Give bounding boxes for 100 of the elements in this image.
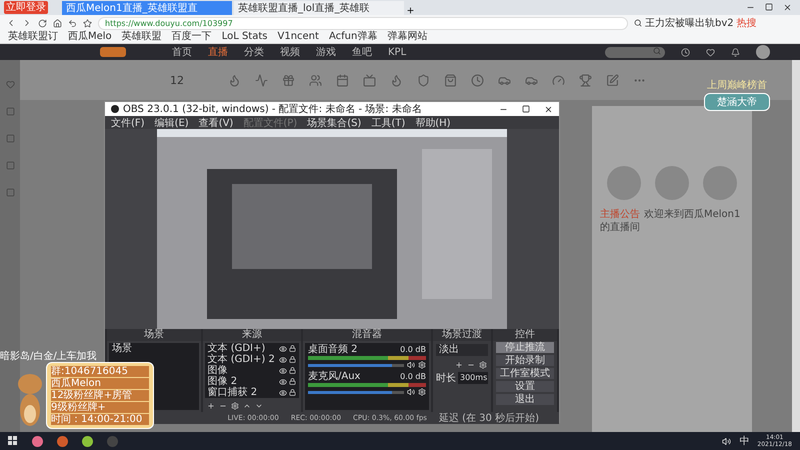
eye-icon[interactable]: [279, 388, 287, 396]
add-icon[interactable]: [455, 361, 463, 369]
eye-icon[interactable]: [279, 344, 287, 352]
search-icon: [634, 19, 642, 27]
lock-icon[interactable]: [289, 356, 296, 362]
browser-tab[interactable]: 英雄联盟直播_lol直播_英雄联: [234, 1, 404, 15]
dock-title: 混音器: [303, 329, 431, 341]
home-icon[interactable]: [53, 18, 62, 28]
lock-icon[interactable]: [289, 378, 296, 384]
menu-item[interactable]: 场景集合(S): [307, 116, 362, 130]
nav-link[interactable]: 游戏: [316, 45, 336, 59]
menu-item[interactable]: 查看(V): [198, 116, 234, 130]
channel-name: 麦克风/Aux: [308, 371, 360, 382]
app-logo-icon: [111, 105, 119, 113]
settings-icon[interactable]: [230, 402, 239, 410]
search-field[interactable]: 王力宏被曝出轨bv2 热搜: [634, 16, 794, 30]
bookmark-link[interactable]: V1ncent: [277, 31, 319, 43]
notice-text: 主播公告 欢迎来到西瓜Melon1的直播间: [600, 208, 742, 234]
app-icon[interactable]: [82, 436, 93, 446]
maximize-icon[interactable]: [765, 3, 773, 11]
settings-icon[interactable]: [479, 361, 487, 369]
duration-field[interactable]: 300ms: [458, 372, 488, 384]
avatar-circle: [607, 166, 641, 200]
source-item[interactable]: 文本 (GDI+) 2: [208, 354, 275, 365]
nav-link[interactable]: 首页: [172, 45, 192, 59]
source-item[interactable]: 窗口捕获 2: [208, 387, 258, 398]
login-badge[interactable]: 立即登录: [4, 1, 48, 14]
bookmark-icon[interactable]: [83, 18, 92, 28]
app-icon[interactable]: [57, 436, 68, 446]
bookmark-link[interactable]: 弹幕网站: [387, 31, 428, 43]
dock-title: 来源: [202, 329, 301, 341]
control-button[interactable]: 开始录制: [496, 355, 554, 366]
avatar-circle: [655, 166, 689, 200]
scene-item[interactable]: 场景: [109, 343, 199, 355]
bookmark-link[interactable]: Acfun弹幕: [328, 31, 378, 43]
follow-icon[interactable]: [706, 48, 715, 56]
nav-link[interactable]: 分类: [244, 45, 264, 59]
level-number: 12: [170, 74, 184, 86]
channel-name: 桌面音频 2: [308, 344, 358, 355]
menu-item[interactable]: 工具(T): [371, 116, 406, 130]
menu-item[interactable]: 文件(F): [111, 116, 145, 130]
bookmark-link[interactable]: 西瓜Melo: [68, 31, 112, 43]
transition-select[interactable]: 淡出: [436, 344, 488, 356]
overlay-caption: 暗影岛/白金/上车加我: [0, 350, 97, 363]
hot-label: 热搜: [736, 16, 757, 30]
rank-title: 上周巅峰榜首: [707, 78, 767, 92]
speaker-icon[interactable]: [407, 361, 415, 369]
start-icon[interactable]: [8, 436, 18, 446]
control-button[interactable]: 设置: [496, 381, 554, 392]
search-text: 王力宏被曝出轨bv2: [645, 16, 734, 30]
control-button[interactable]: 工作室模式: [496, 368, 554, 379]
close-icon[interactable]: [783, 3, 792, 12]
close-icon[interactable]: [544, 104, 553, 114]
reload-icon[interactable]: [38, 18, 47, 28]
bookmark-link[interactable]: LoL Stats: [222, 31, 268, 43]
source-item[interactable]: 图像: [208, 365, 228, 376]
source-item[interactable]: 图像 2: [208, 376, 238, 387]
menu-item[interactable]: 编辑(E): [154, 116, 189, 130]
undo-icon[interactable]: [68, 18, 77, 28]
bookmark-link[interactable]: 英雄联盟: [122, 31, 162, 43]
down-icon[interactable]: [254, 402, 263, 410]
speaker-icon[interactable]: [407, 388, 415, 396]
address-field[interactable]: https://www.douyu.com/103997: [98, 16, 628, 30]
settings-icon[interactable]: [418, 361, 426, 369]
settings-icon[interactable]: [418, 388, 426, 396]
duration-label: 时长: [436, 372, 456, 385]
eye-icon[interactable]: [279, 366, 287, 374]
source-item[interactable]: 文本 (GDI+): [208, 343, 266, 354]
bookmark-link[interactable]: 英雄联盟订: [8, 31, 58, 43]
control-button[interactable]: 退出: [496, 394, 554, 405]
add-icon[interactable]: [206, 402, 215, 410]
volume-icon[interactable]: [722, 436, 732, 446]
nav-link[interactable]: 直播: [208, 45, 228, 59]
dock-title: 场景过渡: [433, 329, 491, 341]
url-text: https://www.douyu.com/103997: [105, 18, 233, 28]
channel-reading: 0.0 dB: [400, 371, 426, 382]
dock-title: 场景: [107, 329, 201, 341]
eye-icon[interactable]: [279, 356, 287, 364]
bookmark-link[interactable]: 百度一下: [172, 31, 212, 43]
lock-icon[interactable]: [289, 366, 296, 374]
history-icon[interactable]: [681, 48, 690, 56]
delay-status: 延迟 (在 30 秒后开始): [438, 412, 539, 425]
new-tab-icon[interactable]: [406, 6, 415, 15]
site-logo: [100, 47, 126, 57]
browser-tab[interactable]: 西瓜Melon1直播_英雄联盟直: [62, 1, 232, 15]
lock-icon[interactable]: [289, 344, 296, 352]
maximize-icon[interactable]: [522, 104, 530, 112]
nav-link[interactable]: 视频: [280, 45, 300, 59]
bell-icon[interactable]: [731, 48, 740, 56]
lock-icon[interactable]: [289, 388, 296, 396]
site-search-field[interactable]: [605, 46, 665, 58]
nav-link[interactable]: 鱼吧: [352, 45, 372, 59]
app-icon[interactable]: [32, 436, 43, 446]
search-icon: [653, 46, 661, 54]
ime-indicator[interactable]: 中: [739, 434, 750, 448]
eye-icon[interactable]: [279, 378, 287, 386]
menu-item[interactable]: 帮助(H): [415, 116, 451, 130]
avatar-circle: [703, 166, 737, 200]
up-icon[interactable]: [242, 402, 251, 410]
nav-link[interactable]: KPL: [388, 46, 406, 58]
